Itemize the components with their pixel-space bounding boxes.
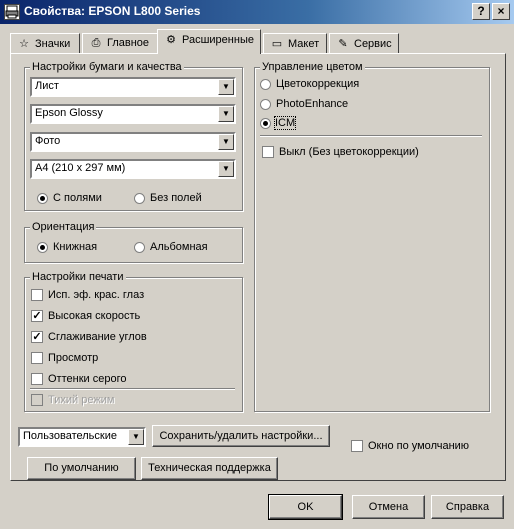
red-eye-label[interactable]: Исп. эф. крас. глаз (48, 289, 144, 301)
paper-quality-title: Настройки бумаги и качества (30, 61, 184, 73)
chevron-down-icon[interactable]: ▼ (218, 79, 234, 95)
color-correction-radio[interactable] (260, 79, 271, 90)
printer-icon: ⎙ (91, 37, 101, 49)
custom-settings-value: Пользовательские (23, 430, 117, 442)
star-icon: ☆ (19, 38, 29, 50)
tab-label: Главное (107, 37, 150, 49)
photoenhance-label[interactable]: PhotoEnhance (276, 98, 348, 110)
divider (260, 135, 482, 137)
tab-advanced[interactable]: ⚙ Расширенные (157, 29, 261, 54)
chevron-down-icon[interactable]: ▼ (218, 106, 234, 122)
tab-icons[interactable]: ☆ Значки (10, 33, 80, 53)
paper-source-select[interactable]: Лист ▼ (30, 77, 236, 97)
color-correction-label[interactable]: Цветокоррекция (276, 78, 359, 90)
tab-label: Макет (288, 38, 320, 50)
quiet-mode-label: Тихий режим (48, 394, 115, 406)
chevron-down-icon[interactable]: ▼ (218, 134, 234, 150)
portrait-label[interactable]: Книжная (53, 241, 97, 253)
color-management-title: Управление цветом (260, 61, 365, 73)
divider (30, 388, 235, 390)
tab-main[interactable]: ⎙ Главное (82, 33, 158, 53)
printer-icon (4, 4, 20, 20)
red-eye-checkbox[interactable] (31, 289, 43, 301)
paper-type-value: Epson Glossy (35, 107, 103, 119)
defaults-button[interactable]: По умолчанию (27, 457, 136, 480)
cancel-button[interactable]: Отмена (352, 495, 425, 519)
borders-radio[interactable] (37, 193, 48, 204)
borderless-radio[interactable] (134, 193, 145, 204)
preview-label[interactable]: Просмотр (48, 352, 98, 364)
landscape-label[interactable]: Альбомная (150, 241, 208, 253)
close-button[interactable]: × (492, 3, 510, 20)
color-off-label[interactable]: Выкл (Без цветокоррекции) (279, 146, 419, 158)
landscape-radio[interactable] (134, 242, 145, 253)
paper-size-value: A4 (210 x 297 мм) (35, 162, 126, 174)
photoenhance-radio[interactable] (260, 99, 271, 110)
default-window-checkbox[interactable] (351, 440, 363, 452)
portrait-radio[interactable] (37, 242, 48, 253)
default-window-label[interactable]: Окно по умолчанию (368, 440, 469, 452)
tab-label: Расширенные (182, 34, 254, 46)
paper-type-select[interactable]: Epson Glossy ▼ (30, 104, 236, 124)
edge-smoothing-label[interactable]: Сглаживание углов (48, 331, 147, 343)
chevron-down-icon[interactable]: ▼ (218, 161, 234, 177)
borderless-label[interactable]: Без полей (150, 192, 202, 204)
icm-radio[interactable] (260, 118, 271, 129)
tab-layout[interactable]: ▭ Макет (263, 33, 327, 53)
borders-label[interactable]: С полями (53, 192, 102, 204)
save-delete-settings-button[interactable]: Сохранить/удалить настройки... (152, 425, 330, 447)
grayscale-checkbox[interactable] (31, 373, 43, 385)
high-speed-checkbox[interactable]: ✓ (31, 310, 43, 322)
print-settings-title: Настройки печати (30, 271, 126, 283)
window-title: Свойства: EPSON L800 Series (24, 4, 201, 18)
tab-label: Значки (35, 38, 71, 50)
icm-label[interactable]: ICM (273, 116, 297, 130)
tab-label: Сервис (354, 38, 392, 50)
wrench-icon: ✎ (338, 38, 348, 50)
orientation-title: Ориентация (30, 221, 97, 233)
help-title-button[interactable]: ? (472, 3, 490, 20)
tab-join (158, 52, 260, 55)
paper-size-select[interactable]: A4 (210 x 297 мм) ▼ (30, 159, 236, 179)
help-button[interactable]: Справка (431, 495, 504, 519)
edge-smoothing-checkbox[interactable]: ✓ (31, 331, 43, 343)
page-icon: ▭ (271, 38, 283, 50)
custom-settings-select[interactable]: Пользовательские ▼ (18, 427, 146, 447)
quiet-mode-checkbox (31, 394, 43, 406)
quality-value: Фото (35, 135, 61, 147)
chevron-down-icon[interactable]: ▼ (128, 429, 144, 445)
quality-select[interactable]: Фото ▼ (30, 132, 236, 152)
support-button[interactable]: Техническая поддержка (141, 457, 278, 480)
ok-button[interactable]: OK (268, 494, 343, 520)
grayscale-label[interactable]: Оттенки серого (48, 373, 126, 385)
gears-icon: ⚙ (166, 34, 176, 46)
tab-service[interactable]: ✎ Сервис (329, 33, 399, 53)
paper-source-value: Лист (35, 80, 59, 92)
color-off-checkbox[interactable] (262, 146, 274, 158)
high-speed-label[interactable]: Высокая скорость (48, 310, 140, 322)
preview-checkbox[interactable] (31, 352, 43, 364)
